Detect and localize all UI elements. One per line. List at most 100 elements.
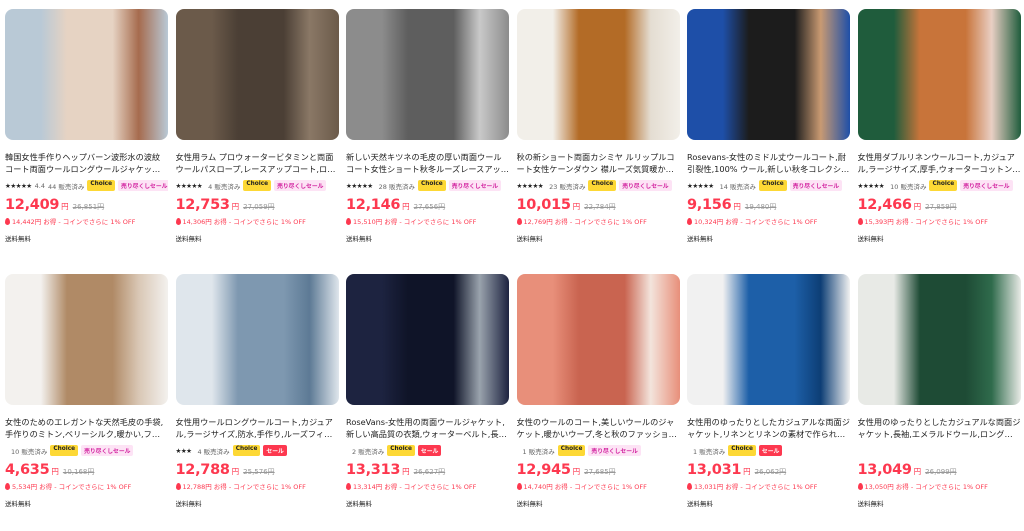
currency-symbol: 円 (572, 467, 581, 476)
badge-group: Choice セール (387, 445, 442, 456)
product-card-6[interactable]: 女性用ダブルリネンウールコート,カジュアル,ラージサイズ,厚手,ウォーターコット… (857, 9, 1021, 264)
product-meta: 2 販売済み Choice セール (346, 445, 509, 456)
flame-icon (5, 217, 10, 225)
price-row: 4,635 円 10,168円 (5, 462, 168, 478)
coin-discount-text: 12,788円 お得 - コインでさらに 1% OFF (182, 483, 306, 491)
choice-badge: Choice (929, 180, 958, 191)
product-title[interactable]: 新しい天然キツネの毛皮の厚い両面ウールコート女性ショート秋冬ルーズレースアップウ… (346, 151, 509, 175)
price-row: 12,753 円 27,059円 (176, 197, 339, 213)
product-image[interactable] (175, 9, 339, 140)
product-card-5[interactable]: Rosevans-女性のミドル丈ウールコート,耐引裂性,100% ウール,新しい… (687, 9, 850, 264)
sale-badge: 売り尽くしセール (588, 445, 641, 456)
sold-count: 1 販売済み (522, 447, 555, 456)
product-card-12[interactable]: 女性用のゆったりとしたカジュアルな両面ジャケット,長袖,エメラルドウール,ロング… (857, 274, 1021, 529)
shipping-label: 送料無料 (5, 235, 31, 243)
price-row: 12,945 円 27,685円 (517, 462, 680, 478)
product-image[interactable] (516, 274, 680, 405)
product-card-2[interactable]: 女性用ラム プロウォータービタミンと両面ウールパスロープ,レースアップコート,ロ… (175, 9, 339, 264)
product-title[interactable]: 女性用のゆったりとしたカジュアルな両面ジャケット,長袖,エメラルドウール,ロング… (858, 416, 1021, 440)
product-title[interactable]: RoseVans-女性用の両面ウールジャケット,新しい高品質の衣類,ウォーターベ… (346, 416, 509, 440)
product-meta: 1 販売済み Choice 売り尽くしセール (517, 445, 680, 456)
product-card-7[interactable]: 女性のためのエレガントな天然毛皮の手袋,手作りのミトン,ベリーシルク,暖かい,フ… (5, 274, 168, 529)
shipping-label: 送料無料 (516, 500, 543, 508)
product-image[interactable] (5, 9, 168, 140)
product-image[interactable] (857, 274, 1021, 405)
coin-discount: 14,442円 お得 - コインでさらに 1% OFF (5, 216, 168, 226)
coin-discount-text: 13,050円 お得 - コインでさらに 1% OFF (864, 483, 988, 491)
original-price: 19,480円 (744, 203, 777, 211)
badge-group: Choice 売り尽くしセール (929, 180, 1013, 191)
product-image[interactable] (687, 9, 850, 140)
product-title[interactable]: 女性用ウールロングウールコート,カジュアル,ラージサイズ,防水,手作り,ルーズフ… (176, 416, 339, 440)
coin-discount-text: 14,740円 お得 - コインでさらに 1% OFF (523, 483, 647, 491)
product-title[interactable]: 秋の新ショート両面カシミヤ ルリップルコート女性ケーンダウン 襟ルーズ気質暖かい… (517, 151, 680, 175)
current-price: 13,313 (346, 462, 401, 478)
currency-symbol: 円 (231, 467, 240, 476)
flame-icon (516, 217, 522, 225)
product-grid: 韓国女性手作りヘップバーン波形水の波紋コート両面ウールロングウールジャケットコー… (5, 9, 1021, 529)
currency-symbol: 円 (61, 202, 69, 211)
product-title[interactable]: 女性用ラム プロウォータービタミンと両面ウールパスロープ,レースアップコート,ロ… (176, 151, 339, 175)
sale-badge: セール (417, 445, 442, 456)
sold-count: 14 販売済み (719, 182, 756, 191)
product-card-11[interactable]: 女性用のゆったりとしたカジュアルな両面ジャケット,リネンとリネンの素材で作られた… (687, 274, 850, 529)
product-title[interactable]: 女性のためのエレガントな天然毛皮の手袋,手作りのミトン,ベリーシルク,暖かい,フ… (5, 416, 168, 440)
product-card-9[interactable]: RoseVans-女性用の両面ウールジャケット,新しい高品質の衣類,ウォーターベ… (346, 274, 509, 529)
product-card-10[interactable]: 女性のウールのコート,美しいウールのジャケット,暖かいウープ,冬と秋のファッショ… (516, 274, 680, 529)
current-price: 12,409 (5, 197, 60, 213)
sale-badge: 売り尽くしセール (960, 180, 1013, 191)
original-price: 26,099円 (925, 468, 957, 476)
coin-discount-text: 5,534円 お得 - コインでさらに 1% OFF (12, 483, 132, 491)
product-card-4[interactable]: 秋の新ショート両面カシミヤ ルリップルコート女性ケーンダウン 襟ルーズ気質暖かい… (516, 9, 680, 264)
coin-discount: 10,324円 お得 - コインでさらに 1% OFF (687, 216, 850, 226)
coin-discount-text: 15,510円 お得 - コインでさらに 1% OFF (353, 218, 477, 226)
sold-count: 1 販売済み (693, 447, 726, 456)
product-card-1[interactable]: 韓国女性手作りヘップバーン波形水の波紋コート両面ウールロングウールジャケットコー… (5, 9, 168, 264)
original-price: 27,059円 (243, 203, 275, 211)
product-image[interactable] (346, 9, 509, 140)
original-price: 26,851円 (72, 203, 105, 211)
rating-value: 4.4 (34, 181, 45, 190)
original-price: 27,656円 (413, 203, 446, 211)
badge-group: Choice 売り尽くしセール (557, 445, 641, 456)
badge-group: Choice セール (728, 445, 783, 456)
product-image[interactable] (5, 274, 168, 405)
price-row: 12,788 円 25,576円 (176, 462, 339, 478)
product-title[interactable]: 韓国女性手作りヘップバーン波形水の波紋コート両面ウールロングウールジャケットコー… (5, 151, 168, 175)
product-image[interactable] (687, 274, 850, 405)
price-row: 10,015 円 22,784円 (517, 197, 680, 213)
product-title[interactable]: Rosevans-女性のミドル丈ウールコート,耐引裂性,100% ウール,新しい… (687, 151, 850, 175)
product-image[interactable] (857, 9, 1021, 140)
product-title[interactable]: 女性のウールのコート,美しいウールのジャケット,暖かいウープ,冬と秋のファッショ… (517, 416, 680, 440)
badge-group: Choice 売り尽くしセール (50, 445, 134, 456)
sale-badge: 売り尽くしセール (81, 445, 134, 456)
shipping-label: 送料無料 (175, 500, 202, 508)
coin-discount-text: 15,393円 お得 - コインでさらに 1% OFF (864, 218, 988, 226)
sale-badge: 売り尽くしセール (619, 180, 672, 191)
coin-discount: 13,050円 お得 - コインでさらに 1% OFF (857, 481, 1021, 491)
shipping-label: 送料無料 (346, 235, 372, 243)
product-image[interactable] (175, 274, 339, 405)
product-image[interactable] (346, 274, 509, 405)
product-title[interactable]: 女性用のゆったりとしたカジュアルな両面ジャケット,リネンとリネンの素材で作られた… (687, 416, 850, 440)
price-row: 12,466 円 27,859円 (858, 197, 1021, 213)
flame-icon (346, 217, 351, 225)
price-row: 13,049 円 26,099円 (858, 462, 1021, 478)
flame-icon (857, 217, 863, 225)
badge-group: Choice 売り尽くしセール (87, 180, 168, 191)
product-title[interactable]: 女性用ダブルリネンウールコート,カジュアル,ラージサイズ,厚手,ウォーターコット… (858, 151, 1021, 175)
rating-stars: ★★★★★ (857, 181, 885, 190)
flame-icon (857, 482, 863, 490)
product-meta: ★★★ 4 販売済み Choice セール (176, 445, 339, 456)
rating-stars: ★★★★★ (175, 181, 203, 190)
original-price: 26,062円 (754, 468, 787, 476)
original-price: 27,859円 (925, 203, 957, 211)
currency-symbol: 円 (913, 467, 922, 476)
original-price: 25,576円 (243, 468, 275, 476)
choice-badge: Choice (417, 180, 446, 191)
shipping-label: 送料無料 (857, 500, 884, 508)
product-image[interactable] (516, 9, 680, 140)
product-card-3[interactable]: 新しい天然キツネの毛皮の厚い両面ウールコート女性ショート秋冬ルーズレースアップウ… (346, 9, 509, 264)
coin-discount: 5,534円 お得 - コインでさらに 1% OFF (5, 481, 168, 491)
product-card-8[interactable]: 女性用ウールロングウールコート,カジュアル,ラージサイズ,防水,手作り,ルーズフ… (175, 274, 339, 529)
